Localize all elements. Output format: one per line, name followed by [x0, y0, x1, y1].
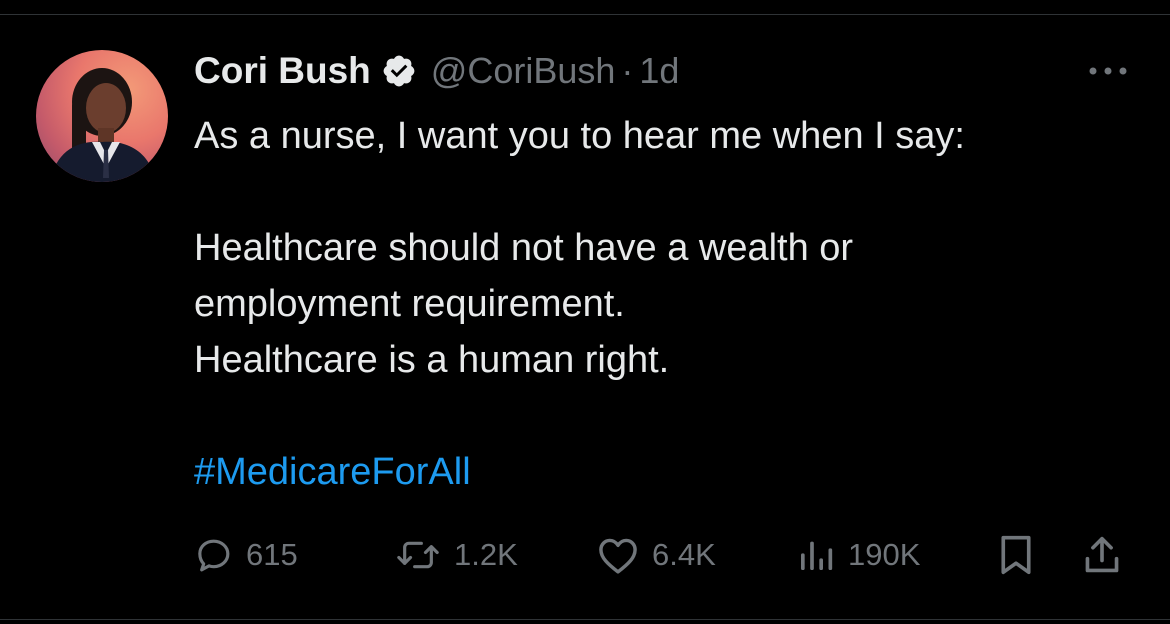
avatar[interactable] — [36, 50, 168, 182]
like-count: 6.4K — [652, 537, 716, 572]
repost-button[interactable]: 1.2K — [394, 531, 518, 579]
tweet-header: Cori Bush @CoriBush · 1d — [194, 46, 679, 96]
timestamp[interactable]: 1d — [639, 50, 679, 92]
views-icon — [801, 541, 833, 570]
share-icon — [1085, 536, 1119, 573]
author-handle[interactable]: @CoriBush — [431, 50, 616, 92]
repost-icon — [397, 541, 439, 569]
views-count: 190K — [848, 537, 921, 572]
reply-count: 615 — [246, 537, 298, 572]
bookmark-button[interactable] — [996, 531, 1036, 579]
tweet-line-blank — [194, 388, 1134, 444]
tweet-line: As a nurse, I want you to hear me when I… — [194, 115, 965, 157]
share-button[interactable] — [1082, 531, 1122, 579]
reply-icon — [198, 539, 230, 572]
bottom-divider — [0, 619, 1170, 620]
repost-count: 1.2K — [454, 537, 518, 572]
action-bar: 615 1.2K 6.4K 190K — [0, 531, 1170, 579]
tweet-line: employment requirement. — [194, 283, 625, 325]
top-divider — [0, 14, 1170, 15]
verified-badge-icon — [381, 53, 417, 89]
views-button[interactable]: 190K — [796, 531, 920, 579]
author-name[interactable]: Cori Bush — [194, 50, 371, 92]
like-button[interactable]: 6.4K — [596, 531, 716, 579]
hashtag-link[interactable]: #MedicareForAll — [194, 451, 471, 493]
separator-dot: · — [621, 50, 634, 91]
like-icon — [599, 538, 637, 574]
tweet-line-blank — [194, 164, 1134, 220]
reply-button[interactable]: 615 — [194, 531, 298, 579]
more-icon[interactable] — [1086, 60, 1130, 82]
tweet-line: Healthcare should not have a wealth or — [194, 227, 854, 269]
tweet-text: As a nurse, I want you to hear me when I… — [194, 108, 1134, 500]
tweet-line: Healthcare is a human right. — [194, 339, 670, 381]
bookmark-icon — [1001, 535, 1031, 575]
